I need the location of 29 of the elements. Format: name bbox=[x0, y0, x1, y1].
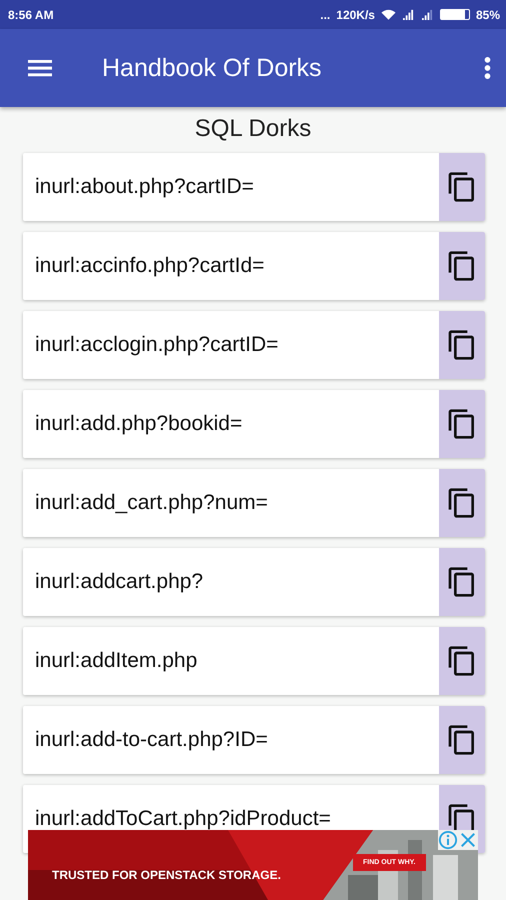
more-options-icon[interactable] bbox=[483, 55, 492, 81]
copy-button[interactable] bbox=[439, 390, 485, 458]
copy-button[interactable] bbox=[439, 706, 485, 774]
dork-text: inurl:accinfo.php?cartId= bbox=[34, 254, 266, 278]
wifi-icon bbox=[380, 8, 396, 20]
app-title: Handbook Of Dorks bbox=[102, 54, 323, 82]
signal-icon bbox=[420, 9, 434, 20]
copy-button[interactable] bbox=[439, 311, 485, 379]
dork-text: inurl:add-to-cart.php?ID= bbox=[34, 728, 269, 752]
dork-text: inurl:addcart.php? bbox=[34, 570, 204, 594]
dork-text: inurl:about.php?cartID= bbox=[34, 175, 255, 199]
signal-icon bbox=[402, 9, 415, 20]
notification-dots: ... bbox=[320, 8, 330, 22]
copy-button[interactable] bbox=[439, 232, 485, 300]
dork-text: inurl:addToCart.php?idProduct= bbox=[34, 807, 332, 831]
copy-button[interactable] bbox=[439, 627, 485, 695]
dork-text: inurl:acclogin.php?cartID= bbox=[34, 333, 280, 357]
dork-text: inurl:addItem.php bbox=[34, 649, 198, 673]
clock: 8:56 AM bbox=[8, 8, 54, 22]
battery-percent: 85% bbox=[476, 8, 500, 22]
section-title: SQL Dorks bbox=[194, 114, 312, 144]
dork-text: inurl:add_cart.php?num= bbox=[34, 491, 269, 515]
network-speed: 120K/s bbox=[336, 8, 375, 22]
ad-headline: TRUSTED FOR OPENSTACK STORAGE. bbox=[52, 868, 281, 882]
copy-button[interactable] bbox=[439, 153, 485, 221]
copy-button[interactable] bbox=[439, 469, 485, 537]
dork-text: inurl:add.php?bookid= bbox=[34, 412, 244, 436]
battery-icon bbox=[440, 9, 470, 20]
copy-button[interactable] bbox=[439, 548, 485, 616]
